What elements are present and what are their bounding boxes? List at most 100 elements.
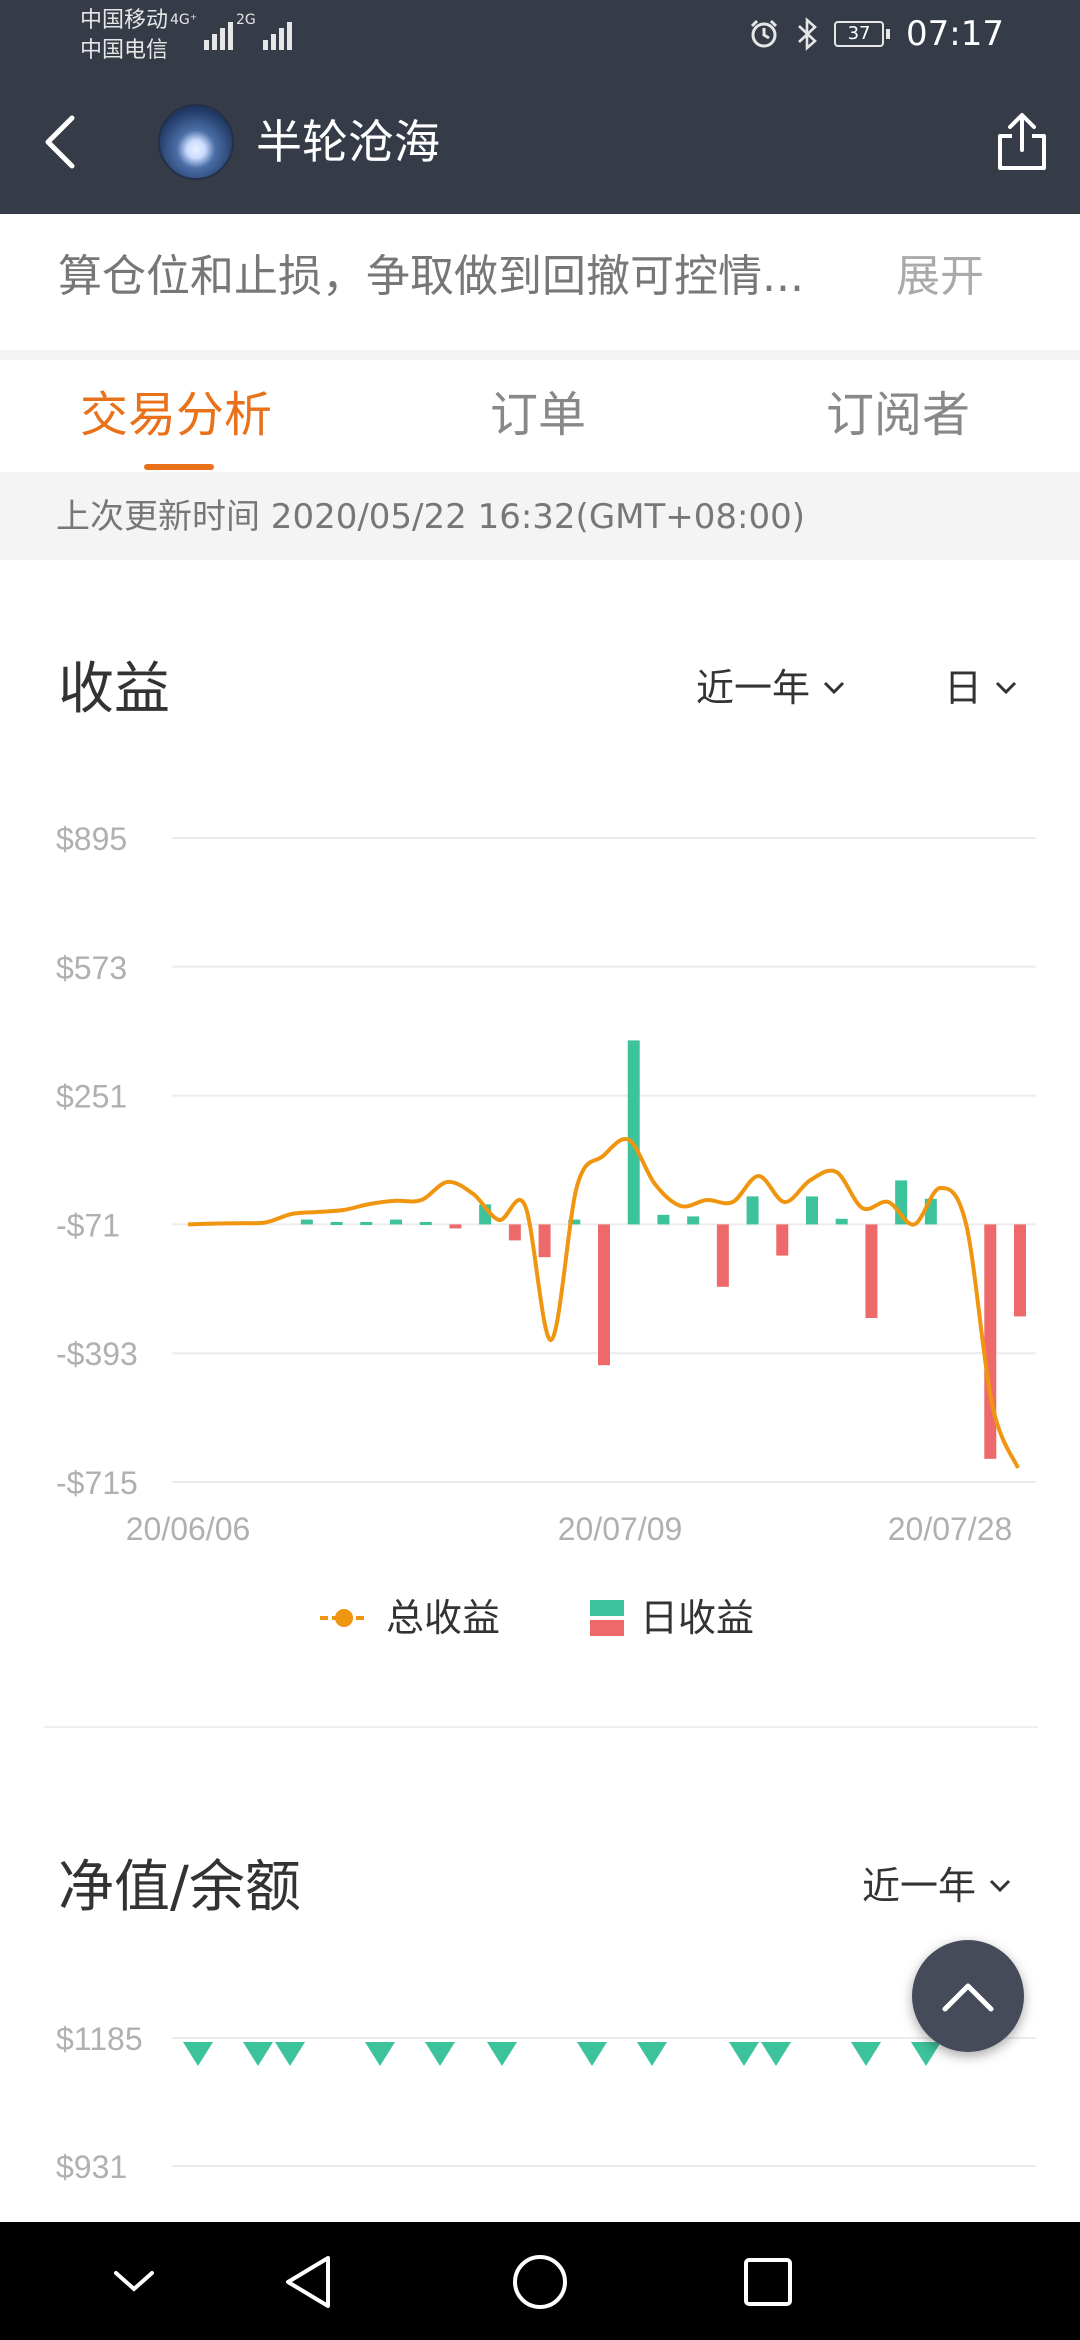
circle-home-icon — [513, 2255, 567, 2309]
share-icon — [998, 113, 1046, 170]
bar-positive — [390, 1219, 402, 1225]
bar-positive — [657, 1214, 670, 1225]
section-divider — [44, 1726, 1038, 1728]
bar-negative — [508, 1224, 521, 1241]
nav-dismiss-button[interactable] — [96, 2244, 172, 2320]
net-value-range-dropdown[interactable]: 近一年 — [862, 1858, 1012, 1914]
net-value-point — [729, 2042, 759, 2066]
section-gap — [0, 350, 1080, 360]
app-bar: 半轮沧海 — [0, 70, 1080, 214]
net-value-point — [243, 2042, 273, 2066]
bar-negative — [716, 1224, 729, 1287]
y-tick-label: $573 — [56, 950, 127, 986]
bar-negative — [865, 1224, 878, 1318]
nav-recents-button[interactable] — [730, 2244, 806, 2320]
bluetooth-icon — [798, 17, 817, 51]
bar-positive — [419, 1222, 432, 1225]
chevron-up-icon — [942, 1983, 994, 2012]
page-title: 半轮沧海 — [256, 115, 440, 169]
net-value-point — [183, 2042, 213, 2066]
legend-total[interactable]: 总收益 — [318, 1590, 500, 1646]
tab-bar: 交易分析 订单 订阅者 — [0, 360, 1080, 472]
bar-negative — [1014, 1224, 1026, 1317]
earnings-range-dropdown[interactable]: 近一年 — [696, 660, 846, 716]
clock: 07:17 — [906, 14, 1004, 54]
y-tick-label: -$393 — [56, 1336, 138, 1372]
earnings-chart: $895 $573 $251 -$71 -$393 -$715 20/06/06 20/07/… — [56, 821, 1036, 1547]
bar-negative — [538, 1224, 551, 1258]
bar-positive — [687, 1216, 700, 1225]
alarm-icon — [750, 19, 778, 48]
earnings-interval-dropdown[interactable]: 日 — [944, 660, 1018, 716]
chevron-down-icon — [114, 2271, 154, 2292]
net-value-chart: $1185 $931 — [56, 2021, 1036, 2185]
bar-legend-icon — [590, 1600, 624, 1636]
carrier-1: 中国移动 — [80, 8, 169, 33]
scroll-to-top-button[interactable] — [912, 1940, 1024, 2052]
bar-positive — [360, 1222, 373, 1225]
signal-icon-1: 4G⁺ — [170, 12, 234, 50]
battery-level: 37 — [834, 21, 885, 47]
earnings-interval-label: 日 — [944, 666, 983, 710]
last-update-bar: 上次更新时间 2020/05/22 16:32(GMT+08:00) — [0, 472, 1080, 560]
back-button[interactable] — [28, 110, 92, 174]
legend-total-label: 总收益 — [386, 1596, 501, 1640]
y-tick-label: $931 — [56, 2149, 127, 2185]
chevron-down-icon — [823, 681, 845, 695]
bio-text: 算仓位和止损，争取做到回撤可控情... — [58, 251, 804, 302]
bar-positive — [806, 1196, 818, 1225]
battery-icon: 37 — [834, 21, 891, 47]
triangle-back-icon — [286, 2256, 330, 2308]
net-value-point — [577, 2042, 607, 2066]
network-type-1: 4G⁺ — [170, 12, 198, 28]
bar-positive — [746, 1196, 759, 1225]
tab-subscribers[interactable]: 订阅者 — [826, 382, 970, 448]
nav-back-button[interactable] — [270, 2244, 346, 2320]
net-value-title: 净值/余额 — [58, 1855, 301, 1920]
x-tick-label: 20/06/06 — [126, 1511, 251, 1547]
tab-trade-analysis[interactable]: 交易分析 — [80, 382, 272, 448]
y-tick-label: $251 — [56, 1079, 127, 1115]
bar-positive — [627, 1040, 640, 1225]
x-tick-label: 20/07/28 — [888, 1511, 1013, 1547]
net-value-point — [761, 2042, 791, 2066]
system-nav-bar — [0, 2222, 1080, 2340]
share-button[interactable] — [990, 110, 1054, 174]
bar-negative — [776, 1224, 789, 1256]
chevron-down-icon — [995, 681, 1017, 695]
bar-positive — [835, 1218, 848, 1225]
y-tick-label: -$71 — [56, 1207, 120, 1243]
net-value-point — [637, 2042, 667, 2066]
net-value-point — [275, 2042, 305, 2066]
chevron-left-icon — [45, 115, 75, 169]
tab-orders[interactable]: 订单 — [490, 382, 586, 448]
net-value-point — [487, 2042, 517, 2066]
signal-icon-2: 2G — [236, 12, 292, 50]
status-right: 37 07:17 — [748, 14, 1004, 54]
bar-negative — [984, 1224, 997, 1459]
bar-negative — [449, 1224, 462, 1229]
network-type-2: 2G — [236, 12, 256, 28]
y-tick-label: -$715 — [56, 1465, 138, 1501]
earnings-range-label: 近一年 — [696, 666, 811, 710]
nav-home-button[interactable] — [502, 2244, 578, 2320]
bar-positive — [300, 1219, 313, 1225]
tab-indicator — [144, 464, 214, 470]
bar-positive — [330, 1222, 343, 1225]
chevron-down-icon — [989, 1879, 1011, 1893]
legend-daily[interactable]: 日收益 — [590, 1590, 754, 1646]
profile-bio: 算仓位和止损，争取做到回撤可控情... 展开 — [0, 214, 1080, 350]
x-tick-label: 20/07/09 — [558, 1511, 683, 1547]
last-update-text: 上次更新时间 2020/05/22 16:32(GMT+08:00) — [56, 497, 806, 537]
legend-daily-label: 日收益 — [640, 1596, 755, 1640]
avatar[interactable] — [158, 104, 234, 180]
net-value-point — [425, 2042, 455, 2066]
earnings-title: 收益 — [58, 657, 170, 722]
line-legend-icon — [320, 1609, 368, 1627]
net-value-point — [365, 2042, 395, 2066]
y-tick-label: $1185 — [56, 2021, 143, 2057]
top-bar: 中国移动 中国电信 4G⁺ 2G 37 07:17 半轮沧海 — [0, 0, 1080, 214]
expand-button[interactable]: 展开 — [896, 244, 984, 310]
status-bar: 中国移动 中国电信 4G⁺ 2G 37 07:17 — [0, 0, 1080, 70]
carrier-2: 中国电信 — [80, 38, 169, 63]
